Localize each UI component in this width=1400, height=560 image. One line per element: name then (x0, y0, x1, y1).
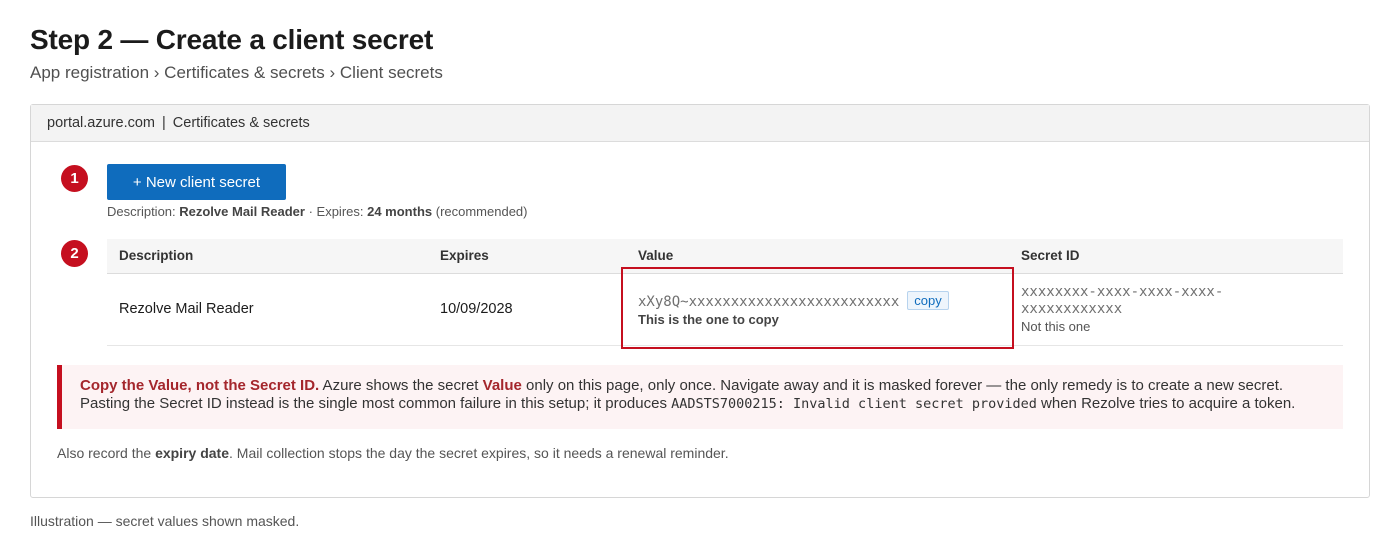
error-code: AADSTS7000215: Invalid client secret pro… (671, 396, 1037, 412)
desc-separator: · (304, 204, 317, 219)
column-header-description: Description (107, 239, 428, 274)
cell-description: Rezolve Mail Reader (107, 273, 428, 346)
secret-id-hint: Not this one (1021, 319, 1091, 334)
value-hint: This is the one to copy (638, 312, 779, 327)
secret-id-line-2: xxxxxxxxxxxx (1021, 301, 1123, 317)
expires-prefix: Expires: (316, 204, 368, 219)
expiry-suffix: . Mail collection stops the day the secr… (229, 445, 729, 461)
breadcrumb: App registration › Certificates & secret… (30, 63, 443, 82)
panel-header: portal.azure.com | Certificates & secrets (31, 105, 1369, 142)
column-header-secret-id: Secret ID (1009, 239, 1343, 274)
desc-value: Rezolve Mail Reader (179, 204, 305, 219)
new-client-secret-button[interactable]: + New client secret (107, 164, 286, 200)
expires-suffix: (recommended) (432, 204, 528, 219)
client-secrets-table: Description Expires Value Secret ID Rezo… (107, 239, 1343, 346)
cell-secret-id: xxxxxxxx-xxxx-xxxx-xxxx- xxxxxxxxxxxx No… (1009, 273, 1343, 346)
column-header-expires: Expires (428, 239, 626, 274)
cell-expires: 10/09/2028 (428, 273, 626, 346)
expires-value: 24 months (367, 204, 433, 219)
expiry-note: Also record the expiry date. Mail collec… (57, 445, 729, 461)
step1-description: Description: Rezolve Mail Reader · Expir… (107, 204, 528, 219)
warning-callout: Copy the Value, not the Secret ID. Azure… (57, 365, 1343, 429)
expiry-bold: expiry date (155, 445, 229, 461)
warning-text-1: Azure shows the secret (319, 377, 483, 394)
secret-id-line-1: xxxxxxxx-xxxx-xxxx-xxxx- (1021, 284, 1224, 300)
expiry-prefix: Also record the (57, 445, 156, 461)
header-host: portal.azure.com (47, 115, 155, 131)
header-separator: | (162, 115, 166, 131)
column-header-value: Value (626, 239, 1009, 274)
cell-value: xXy8Q~xxxxxxxxxxxxxxxxxxxxxxxxx copy This… (626, 273, 1009, 346)
header-section: Certificates & secrets (172, 115, 310, 131)
warning-lead: Copy the Value, not the Secret ID. (80, 377, 320, 394)
desc-prefix: Description: (107, 204, 180, 219)
warning-text-3: when Rezolve tries to acquire a token. (1036, 395, 1296, 412)
table-row: Rezolve Mail Reader 10/09/2028 xXy8Q~xxx… (107, 273, 1343, 346)
page-title: Step 2 — Create a client secret (30, 24, 434, 55)
step-badge-1: 1 (61, 165, 88, 192)
illustration-footnote: Illustration — secret values shown maske… (30, 513, 300, 529)
warning-value-word: Value (482, 377, 522, 394)
portal-panel: portal.azure.com | Certificates & secrets … (30, 104, 1370, 498)
step-badge-2: 2 (61, 240, 88, 267)
table-header-row: Description Expires Value Secret ID (107, 239, 1343, 274)
copy-value-button[interactable]: copy (907, 291, 949, 310)
secret-value-text[interactable]: xXy8Q~xxxxxxxxxxxxxxxxxxxxxxxxx (638, 294, 899, 310)
